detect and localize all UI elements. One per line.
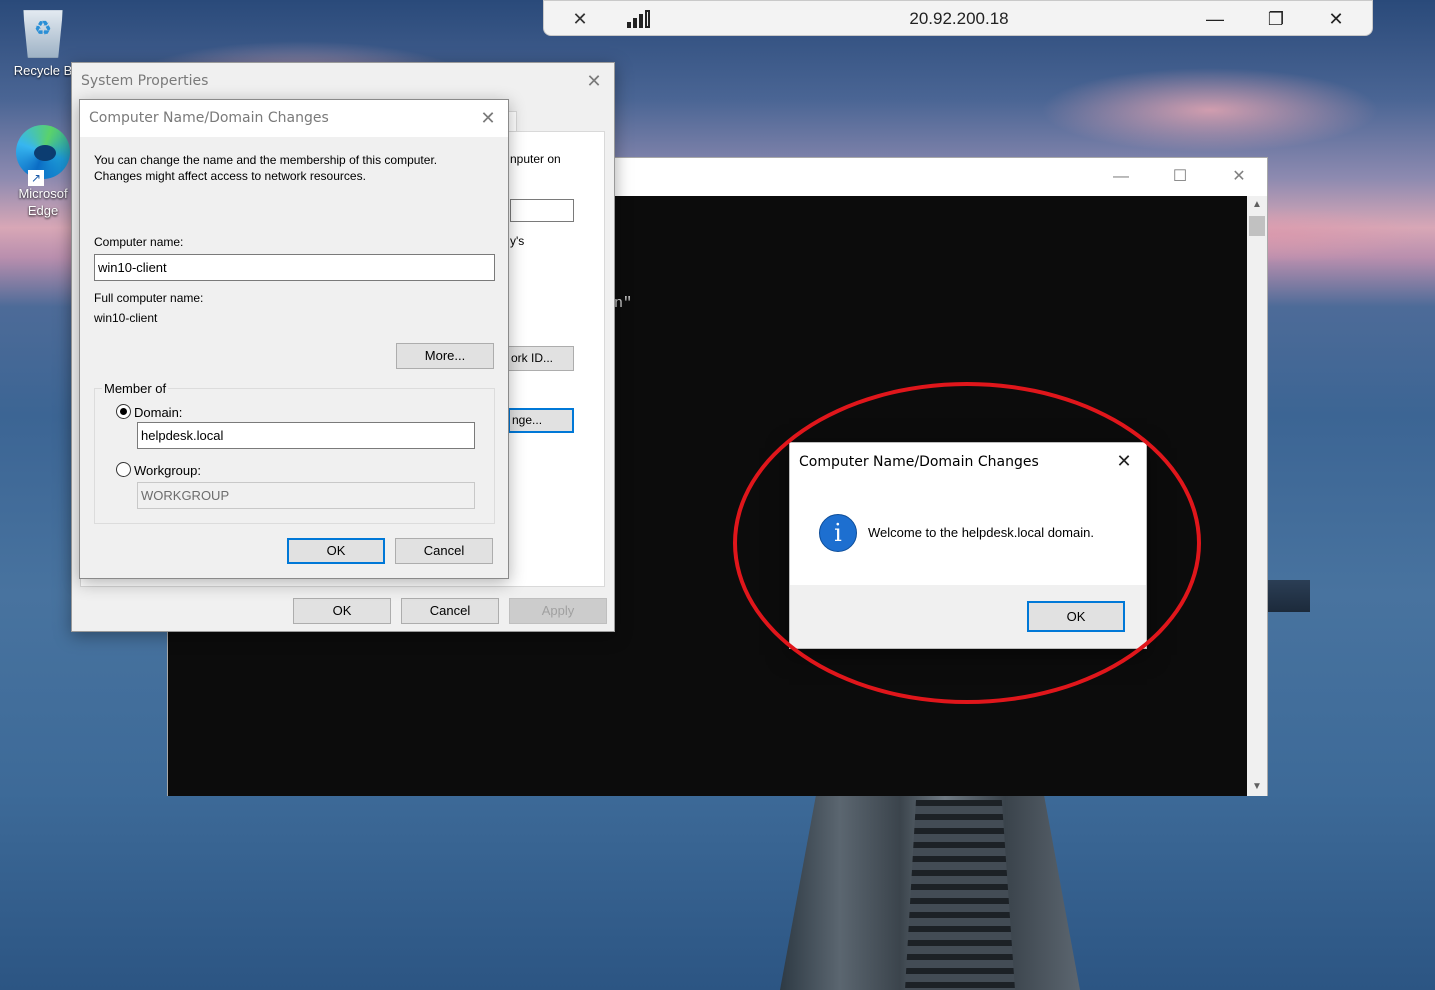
ok-button[interactable]: OK xyxy=(293,598,391,624)
scrollbar-thumb[interactable] xyxy=(1249,216,1265,236)
member-of-label: Member of xyxy=(102,381,169,396)
wallpaper-pier-steps xyxy=(905,800,1015,990)
information-icon: i xyxy=(819,514,857,552)
network-id-button[interactable]: ork ID... xyxy=(508,346,574,371)
apply-button[interactable]: Apply xyxy=(509,598,607,624)
console-text: n" xyxy=(614,295,633,312)
welcome-message-box: Computer Name/Domain Changes ✕ i Welcome… xyxy=(789,442,1147,649)
domain-radio[interactable] xyxy=(116,404,131,419)
close-button[interactable]: ✕ xyxy=(1110,449,1138,473)
intro-text: You can change the name and the membersh… xyxy=(94,152,494,184)
more-button[interactable]: More... xyxy=(396,343,494,369)
rdp-minimize-button[interactable]: — xyxy=(1195,5,1235,33)
rdp-host-address: 20.92.200.18 xyxy=(909,9,1009,28)
desktop-icon-label: Recycle B xyxy=(13,63,73,78)
panel-text-fragment: nputer on xyxy=(510,152,561,166)
scroll-down-icon[interactable]: ▼ xyxy=(1247,778,1267,796)
computer-name-dialog: Computer Name/Domain Changes ✕ You can c… xyxy=(79,99,509,579)
panel-text-fragment: y's xyxy=(510,234,525,248)
close-button[interactable]: ✕ xyxy=(474,106,502,130)
full-computer-name-label: Full computer name: xyxy=(94,291,204,305)
intro-line-2: Changes might affect access to network r… xyxy=(94,169,366,183)
workgroup-input[interactable]: WORKGROUP xyxy=(137,482,475,509)
scroll-up-icon[interactable]: ▲ xyxy=(1247,196,1267,214)
rdp-connection-bar: ✕ 20.92.200.18 — ❐ ✕ xyxy=(543,0,1373,36)
cancel-button[interactable]: Cancel xyxy=(395,538,493,564)
dialog-title: Computer Name/Domain Changes xyxy=(89,110,329,126)
rdp-close-button[interactable]: ✕ xyxy=(1316,5,1356,33)
wallpaper-rock xyxy=(1268,580,1310,612)
recycle-bin-icon xyxy=(23,10,63,58)
console-maximize-button[interactable]: ☐ xyxy=(1158,164,1202,190)
console-minimize-button[interactable]: — xyxy=(1099,164,1143,190)
member-of-group: Member of Domain: helpdesk.local Workgro… xyxy=(94,381,495,524)
ok-button[interactable]: OK xyxy=(1027,601,1125,632)
dialog-titlebar: Computer Name/Domain Changes ✕ xyxy=(80,100,508,137)
message-box-footer: OK xyxy=(790,585,1146,648)
intro-line-1: You can change the name and the membersh… xyxy=(94,153,438,167)
cancel-button[interactable]: Cancel xyxy=(401,598,499,624)
message-box-title: Computer Name/Domain Changes xyxy=(799,454,1039,470)
full-computer-name-value: win10-client xyxy=(94,311,158,325)
window-title: System Properties xyxy=(81,73,209,89)
workgroup-label: Workgroup: xyxy=(134,463,201,478)
edge-icon: ↗ xyxy=(16,125,70,186)
domain-input[interactable]: helpdesk.local xyxy=(137,422,475,449)
console-scrollbar[interactable]: ▲ ▼ xyxy=(1247,196,1267,796)
change-button[interactable]: nge... xyxy=(508,408,574,433)
ok-button[interactable]: OK xyxy=(287,538,385,564)
welcome-message: Welcome to the helpdesk.local domain. xyxy=(868,525,1094,540)
workgroup-radio[interactable] xyxy=(116,462,131,477)
rdp-restore-button[interactable]: ❐ xyxy=(1256,5,1296,33)
console-close-button[interactable]: ✕ xyxy=(1217,164,1261,190)
computer-name-input[interactable]: win10-client xyxy=(94,254,495,281)
domain-label: Domain: xyxy=(134,405,183,420)
close-button[interactable]: ✕ xyxy=(580,69,608,93)
computer-name-label: Computer name: xyxy=(94,235,184,249)
description-input-fragment[interactable] xyxy=(510,199,574,222)
shortcut-arrow-icon: ↗ xyxy=(28,170,44,186)
